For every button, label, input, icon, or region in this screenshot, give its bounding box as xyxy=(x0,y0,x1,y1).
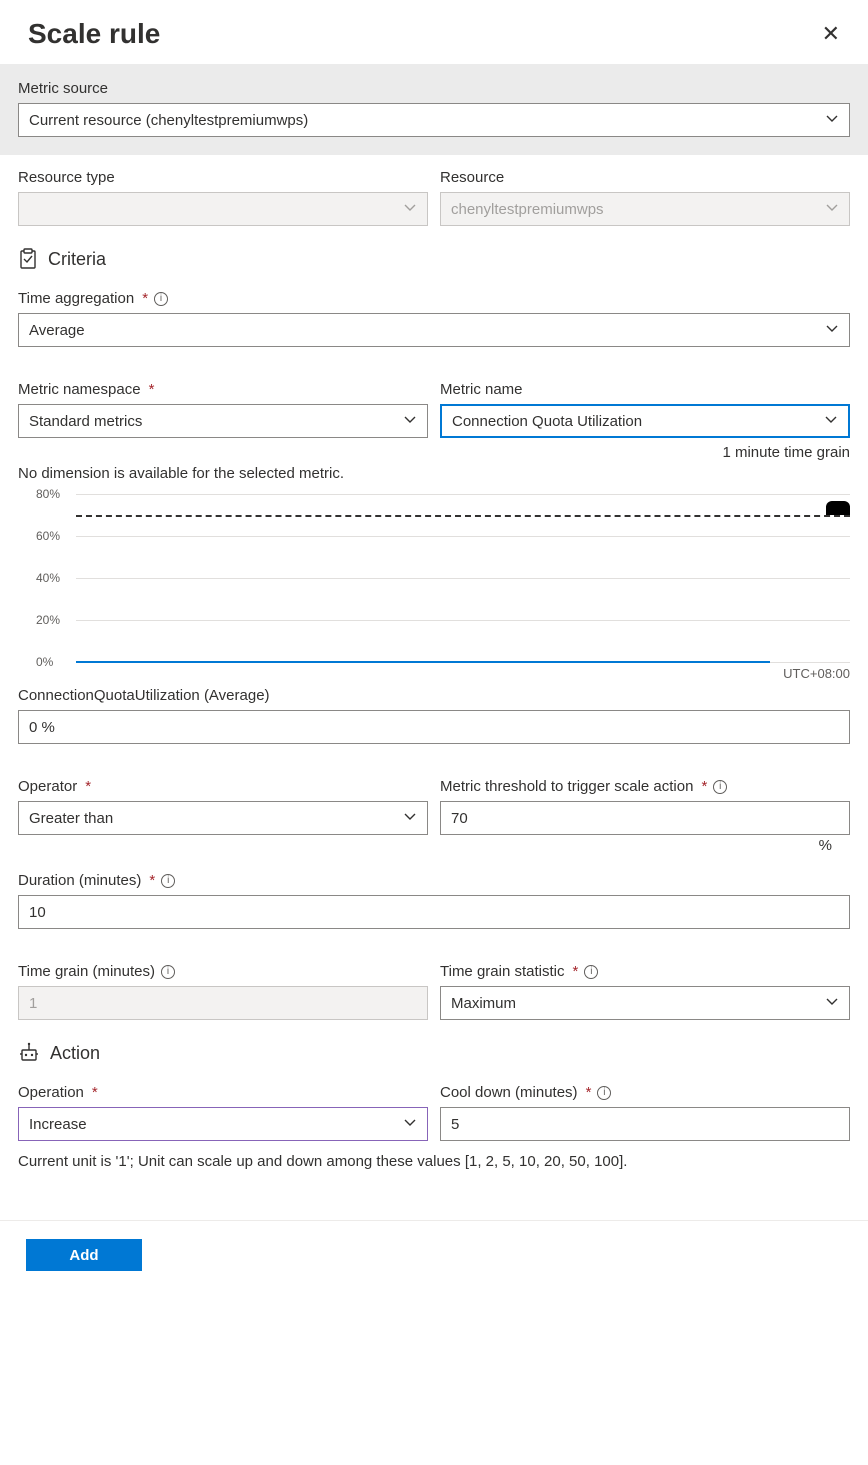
operator-value: Greater than xyxy=(29,810,113,827)
time-aggregation-label: Time aggregation xyxy=(18,290,134,307)
time-aggregation-value: Average xyxy=(29,322,85,339)
cooldown-input[interactable]: 5 xyxy=(440,1107,850,1141)
chevron-down-icon xyxy=(403,413,417,430)
y-tick: 20% xyxy=(36,613,60,627)
clipboard-check-icon xyxy=(18,248,38,270)
time-grain-stat-value: Maximum xyxy=(451,995,516,1012)
metric-source-select[interactable]: Current resource (chenyltestpremiumwps) xyxy=(18,103,850,137)
required-mark: * xyxy=(149,381,155,398)
metric-readout-field: 0 % xyxy=(18,710,850,744)
required-mark: * xyxy=(586,1084,592,1101)
metric-namespace-select[interactable]: Standard metrics xyxy=(18,404,428,438)
required-mark: * xyxy=(85,778,91,795)
info-icon[interactable]: i xyxy=(584,965,598,979)
gridline xyxy=(76,536,850,537)
required-mark: * xyxy=(149,872,155,889)
action-section-title: Action xyxy=(50,1043,100,1064)
required-mark: * xyxy=(701,778,707,795)
close-icon[interactable]: ✕ xyxy=(822,21,840,47)
gridline xyxy=(76,578,850,579)
time-grain-input: 1 xyxy=(18,986,428,1020)
gridline xyxy=(76,620,850,621)
resource-select: chenyltestpremiumwps xyxy=(440,192,850,226)
metric-chart: 80% 60% 40% 20% 0% xyxy=(18,494,850,662)
chart-marker xyxy=(826,501,850,515)
metric-source-value: Current resource (chenyltestpremiumwps) xyxy=(29,112,308,129)
chevron-down-icon xyxy=(403,1116,417,1133)
metric-name-label: Metric name xyxy=(440,381,850,398)
chevron-down-icon xyxy=(825,322,839,339)
duration-input[interactable]: 10 xyxy=(18,895,850,929)
threshold-line xyxy=(76,515,850,517)
time-grain-stat-label: Time grain statistic xyxy=(440,963,564,980)
data-line xyxy=(76,661,770,663)
chevron-down-icon xyxy=(403,201,417,218)
time-grain-stat-select[interactable]: Maximum xyxy=(440,986,850,1020)
no-dimension-text: No dimension is available for the select… xyxy=(0,465,868,486)
metric-namespace-label: Metric namespace xyxy=(18,381,141,398)
time-grain-value: 1 xyxy=(29,995,37,1012)
cooldown-value: 5 xyxy=(451,1116,459,1133)
resource-type-select xyxy=(18,192,428,226)
threshold-unit: % xyxy=(440,835,850,854)
robot-icon xyxy=(18,1042,40,1064)
chevron-down-icon xyxy=(824,413,838,430)
threshold-input[interactable]: 70 xyxy=(440,801,850,835)
metric-source-label: Metric source xyxy=(18,80,850,97)
required-mark: * xyxy=(92,1084,98,1101)
chevron-down-icon xyxy=(403,810,417,827)
chevron-down-icon xyxy=(825,201,839,218)
cooldown-label: Cool down (minutes) xyxy=(440,1084,578,1101)
unit-note: Current unit is '1'; Unit can scale up a… xyxy=(0,1145,868,1184)
threshold-value: 70 xyxy=(451,810,468,827)
metric-readout-value: 0 % xyxy=(29,719,55,736)
threshold-label: Metric threshold to trigger scale action xyxy=(440,778,693,795)
operation-label: Operation xyxy=(18,1084,84,1101)
gridline xyxy=(76,494,850,495)
panel-title: Scale rule xyxy=(28,18,160,50)
resource-label: Resource xyxy=(440,169,850,186)
operation-value: Increase xyxy=(29,1116,87,1133)
metric-name-select[interactable]: Connection Quota Utilization xyxy=(440,404,850,438)
operator-select[interactable]: Greater than xyxy=(18,801,428,835)
resource-type-label: Resource type xyxy=(18,169,428,186)
chevron-down-icon xyxy=(825,995,839,1012)
y-tick: 0% xyxy=(36,655,53,669)
y-tick: 40% xyxy=(36,571,60,585)
info-icon[interactable]: i xyxy=(154,292,168,306)
metric-readout-label: ConnectionQuotaUtilization (Average) xyxy=(0,687,868,708)
resource-value: chenyltestpremiumwps xyxy=(451,201,604,218)
duration-value: 10 xyxy=(29,904,46,921)
y-tick: 60% xyxy=(36,529,60,543)
y-tick: 80% xyxy=(36,487,60,501)
required-mark: * xyxy=(572,963,578,980)
info-icon[interactable]: i xyxy=(161,874,175,888)
operation-select[interactable]: Increase xyxy=(18,1107,428,1141)
time-grain-label: Time grain (minutes) xyxy=(18,963,155,980)
operator-label: Operator xyxy=(18,778,77,795)
info-icon[interactable]: i xyxy=(597,1086,611,1100)
add-button[interactable]: Add xyxy=(26,1239,142,1271)
required-mark: * xyxy=(142,290,148,307)
time-aggregation-select[interactable]: Average xyxy=(18,313,850,347)
metric-namespace-value: Standard metrics xyxy=(29,413,142,430)
info-icon[interactable]: i xyxy=(713,780,727,794)
duration-label: Duration (minutes) xyxy=(18,872,141,889)
chart-timezone: UTC+08:00 xyxy=(0,662,868,687)
info-icon[interactable]: i xyxy=(161,965,175,979)
metric-grain-note: 1 minute time grain xyxy=(440,444,850,461)
chevron-down-icon xyxy=(825,112,839,129)
metric-name-value: Connection Quota Utilization xyxy=(452,413,642,430)
criteria-section-title: Criteria xyxy=(48,249,106,270)
